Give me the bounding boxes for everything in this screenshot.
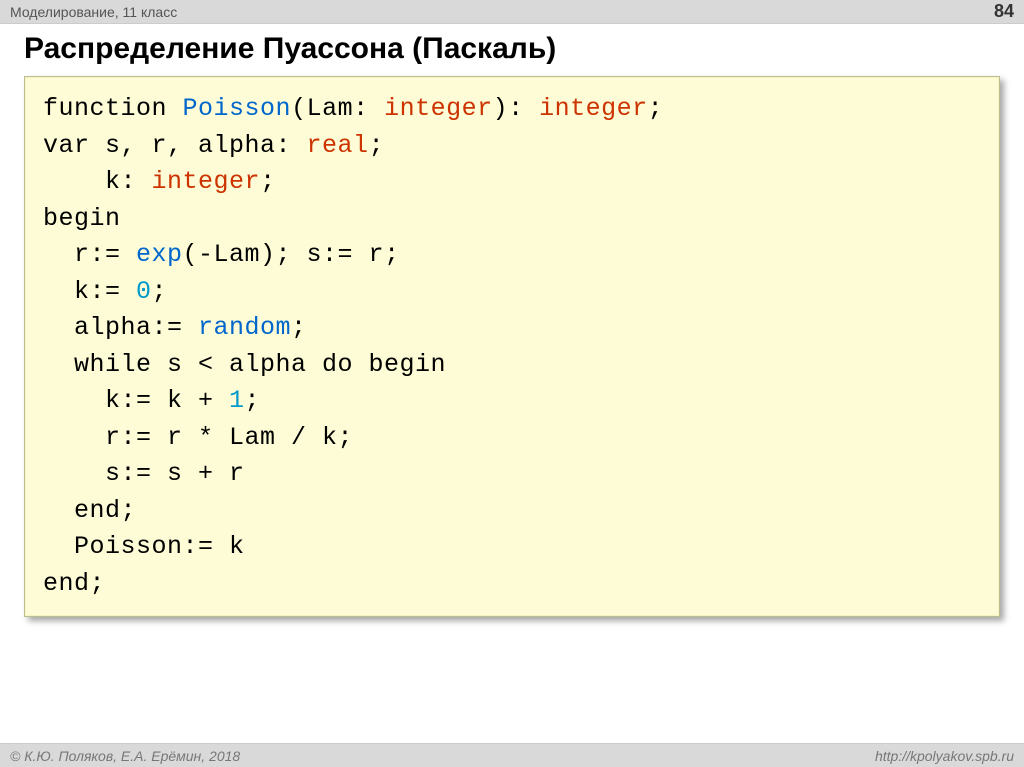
page-number: 84 <box>994 1 1014 22</box>
website-link: http://kpolyakov.spb.ru <box>875 748 1014 764</box>
code-line-13: Poisson:= k <box>43 532 245 561</box>
code-line-14: end; <box>43 569 105 598</box>
code-line-12: end; <box>43 496 136 525</box>
code-line-9: k:= k + 1; <box>43 386 260 415</box>
slide-title: Распределение Пуассона (Паскаль) <box>24 32 1000 66</box>
code-line-6: k:= 0; <box>43 277 167 306</box>
code-line-7: alpha:= random; <box>43 313 307 342</box>
code-line-8: while s < alpha do begin <box>43 350 446 379</box>
code-line-11: s:= s + r <box>43 459 245 488</box>
code-line-10: r:= r * Lam / k; <box>43 423 353 452</box>
copyright: © К.Ю. Поляков, Е.А. Ерёмин, 2018 <box>10 748 240 764</box>
footer-bar: © К.Ю. Поляков, Е.А. Ерёмин, 2018 http:/… <box>0 743 1024 767</box>
code-line-3: k: integer; <box>43 167 276 196</box>
content: Распределение Пуассона (Паскаль) functio… <box>0 24 1024 617</box>
header-bar: Моделирование, 11 класс 84 <box>0 0 1024 24</box>
code-line-1: function Poisson(Lam: integer): integer; <box>43 94 663 123</box>
code-line-5: r:= exp(-Lam); s:= r; <box>43 240 400 269</box>
code-line-2: var s, r, alpha: real; <box>43 131 384 160</box>
code-line-4: begin <box>43 204 121 233</box>
course-label: Моделирование, 11 класс <box>10 4 177 20</box>
code-block: function Poisson(Lam: integer): integer;… <box>24 76 1000 617</box>
